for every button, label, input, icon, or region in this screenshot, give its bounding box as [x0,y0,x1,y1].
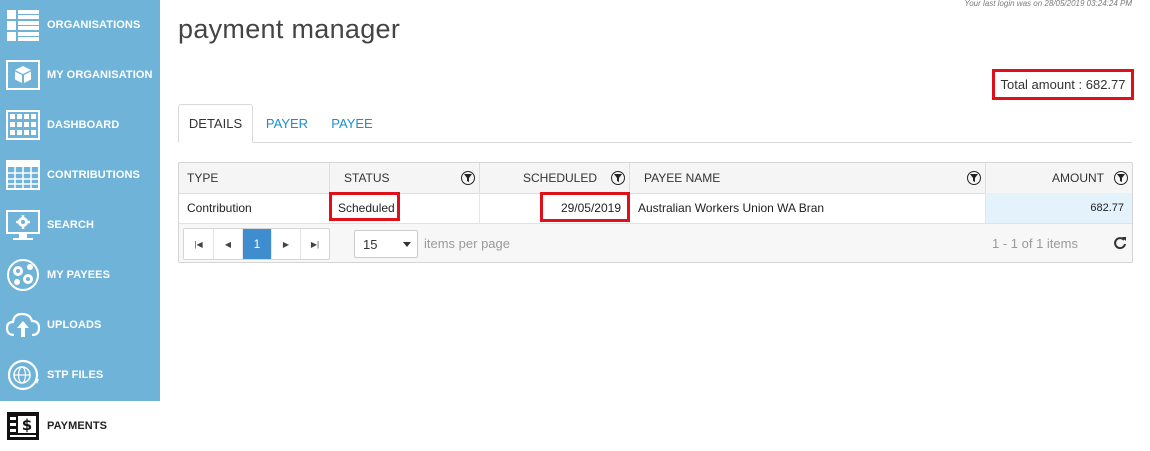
column-header-scheduled[interactable]: SCHEDULED [479,163,629,193]
calendar-table-icon [4,156,42,194]
page-number-button[interactable]: 1 [242,229,271,259]
page-title: payment manager [178,14,401,44]
filter-icon[interactable] [461,171,475,185]
column-header-payee-name[interactable]: PAYEE NAME [629,163,985,193]
tab-strip: DETAILS PAYER PAYEE [178,104,1132,143]
column-header-label: AMOUNT [1052,171,1104,185]
cell-type: Contribution [187,201,252,215]
sidebar-item-label: SEARCH [47,219,95,231]
network-gears-icon [4,256,42,294]
column-header-amount[interactable]: AMOUNT [985,163,1132,193]
filter-icon[interactable] [1114,171,1128,185]
cloud-upload-icon [4,306,42,344]
organisations-grid-icon [4,6,42,44]
column-header-label: SCHEDULED [522,171,597,185]
cell-payee-name: Australian Workers Union WA Bran [629,193,985,223]
filter-icon[interactable] [967,171,981,185]
pager-info: 1 - 1 of 1 items [992,236,1078,251]
sidebar-item-label: CONTRIBUTIONS [47,169,140,181]
last-page-button[interactable]: ▶| [300,229,329,259]
sidebar-item-organisations[interactable]: ORGANISATIONS [0,0,160,50]
refresh-icon[interactable] [1113,236,1127,250]
total-amount-text: Total amount : 682.77 [1000,77,1126,92]
page-size-value: 15 [363,236,378,252]
payments-grid: TYPE STATUS SCHEDULED PAYEE NAME AMOUNT … [178,162,1133,263]
sidebar-item-contributions[interactable]: CONTRIBUTIONS [0,150,160,200]
sidebar-item-search[interactable]: SEARCH [0,200,160,250]
column-header-label: TYPE [187,171,219,185]
status-highlight-box [329,192,400,221]
column-header-label: STATUS [344,171,390,185]
first-page-button[interactable]: |◀ [184,229,213,259]
sidebar-item-payments[interactable]: $ PAYMENTS [0,401,160,451]
sidebar-item-label: DASHBOARD [47,119,120,131]
next-page-icon: ▶ [282,239,290,249]
table-row[interactable]: Contribution Scheduled 29/05/2019 Austra… [179,193,1132,224]
last-login-info: Your last login was on 28/05/2019 03:24:… [964,0,1132,8]
tab-payee[interactable]: PAYEE [324,104,380,142]
tab-payer[interactable]: PAYER [258,104,316,142]
monitor-gear-icon [4,206,42,244]
cube-box-icon [4,56,42,94]
sidebar-item-dashboard[interactable]: DASHBOARD [0,100,160,150]
filter-icon[interactable] [611,171,625,185]
sidebar-item-stp-files[interactable]: STP FILES [0,350,160,400]
scheduled-highlight-box [540,192,630,222]
sidebar-item-label: MY ORGANISATION [47,69,153,81]
grid-header: TYPE STATUS SCHEDULED PAYEE NAME AMOUNT [179,163,1132,194]
tab-details[interactable]: DETAILS [178,104,253,143]
dollar-document-icon: $ [4,407,42,445]
cell-amount: 682.77 [985,193,1132,223]
next-page-button[interactable]: ▶ [271,229,300,259]
sidebar-item-my-organisation[interactable]: MY ORGANISATION [0,50,160,100]
sidebar-item-label: MY PAYEES [47,269,111,281]
column-header-status[interactable]: STATUS [329,163,479,193]
grid-pager: |◀ ◀ 1 ▶ ▶| 15 items per page 1 - 1 of 1… [179,224,1132,262]
sidebar: ORGANISATIONS MY ORGANISATION DASHBOARD … [0,0,160,451]
items-per-page-label: items per page [424,236,510,251]
first-page-icon: |◀ [194,239,203,249]
column-header-label: PAYEE NAME [644,171,721,185]
last-page-icon: ▶| [310,239,320,249]
svg-text:$: $ [22,416,32,434]
dashboard-grid-icon [4,106,42,144]
globe-refresh-icon [4,356,42,394]
chevron-down-icon [403,242,411,247]
sidebar-item-label: ORGANISATIONS [47,19,141,31]
sidebar-item-uploads[interactable]: UPLOADS [0,300,160,350]
sidebar-item-label: UPLOADS [47,319,102,331]
sidebar-item-label: PAYMENTS [47,420,108,432]
page-size-select[interactable]: 15 [354,230,418,258]
prev-page-button[interactable]: ◀ [213,229,242,259]
pager-buttons: |◀ ◀ 1 ▶ ▶| [183,228,330,260]
prev-page-icon: ◀ [224,239,232,249]
column-header-type[interactable]: TYPE [179,163,329,193]
sidebar-item-label: STP FILES [47,369,104,381]
total-amount: Total amount : 682.77 [992,69,1134,100]
sidebar-item-my-payees[interactable]: MY PAYEES [0,250,160,300]
